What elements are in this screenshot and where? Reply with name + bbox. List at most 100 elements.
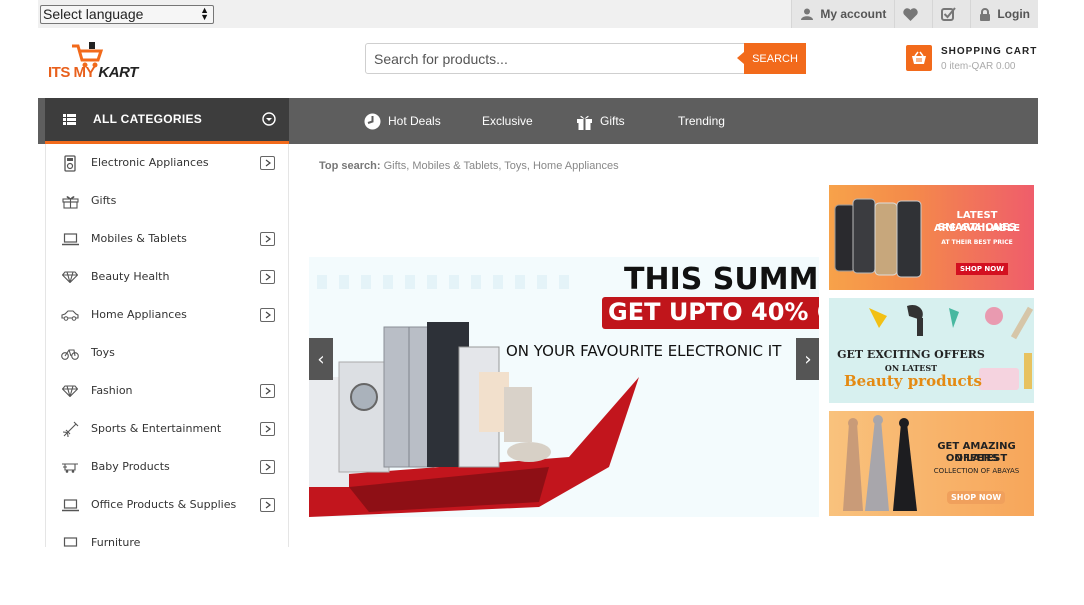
sports-icon — [61, 420, 79, 438]
category-fashion[interactable]: Fashion — [46, 372, 288, 410]
logo-text-kart: KART — [98, 64, 138, 81]
category-label: Toys — [91, 346, 115, 359]
search-input[interactable]: Search for products... — [374, 51, 508, 67]
chevron-down-circle-icon — [262, 112, 276, 126]
chevron-right-icon[interactable] — [260, 270, 275, 284]
category-label: Gifts — [91, 194, 117, 207]
cart-title: SHOPPING CART — [941, 46, 1038, 57]
category-electronic-appliances[interactable]: Electronic Appliances — [46, 144, 288, 182]
nav-trending-label: Trending — [678, 114, 725, 128]
laptop-icon — [61, 230, 79, 248]
chevron-right-icon[interactable] — [260, 232, 275, 246]
category-toys[interactable]: Toys — [46, 334, 288, 372]
car-icon — [61, 306, 79, 324]
language-select-value: Select language — [43, 6, 144, 22]
laptop-icon — [61, 534, 79, 547]
chevron-right-icon[interactable] — [260, 498, 275, 512]
user-icon — [801, 8, 814, 20]
lock-icon — [980, 7, 991, 21]
cart-summary: 0 item-QAR 0.00 — [941, 61, 1016, 72]
category-mobiles-tablets[interactable]: Mobiles & Tablets — [46, 220, 288, 258]
category-gifts[interactable]: Gifts — [46, 182, 288, 220]
login-link[interactable]: Login — [970, 0, 1038, 28]
category-label: Electronic Appliances — [91, 156, 209, 169]
appliance-icon — [61, 154, 79, 172]
abayas-image — [843, 415, 917, 511]
gift-icon — [577, 115, 592, 130]
my-account-label: My account — [820, 7, 887, 21]
slide-subtitle: ON YOUR FAVOURITE ELECTRONIC IT — [506, 342, 782, 360]
nav-gifts-label: Gifts — [600, 114, 625, 128]
wishlist-link[interactable] — [894, 0, 933, 28]
slide-title: THIS SUMMI — [624, 262, 819, 297]
chevron-right-icon[interactable] — [260, 156, 275, 170]
my-account-link[interactable]: My account — [791, 0, 895, 28]
laptop-icon — [61, 496, 79, 514]
banner-smartphones-line2: ARE AVAILABLE — [933, 223, 1021, 234]
category-sports-entertainment[interactable]: Sports & Entertainment — [46, 410, 288, 448]
nav-trending[interactable]: Trending — [678, 98, 725, 144]
hero-slider[interactable]: THIS SUMMI GET UPTO 40% O ON YOUR FAVOUR… — [309, 257, 819, 517]
category-label: Office Products & Supplies — [91, 498, 237, 511]
category-label: Baby Products — [91, 460, 170, 473]
category-label: Home Appliances — [91, 308, 187, 321]
clock-icon — [364, 113, 381, 129]
banner-beauty[interactable]: GET EXCITING OFFERS ON LATEST Beauty pro… — [829, 298, 1034, 403]
basket-icon — [906, 45, 932, 71]
language-select[interactable]: Select language ▲ ▼ — [40, 5, 214, 24]
top-search-label: Top search: — [319, 160, 381, 172]
account-links: My account Login — [791, 0, 1038, 28]
banner-abayas-line3: COLLECTION OF ABAYAS — [933, 467, 1020, 475]
nav-hot-deals-label: Hot Deals — [388, 114, 441, 128]
category-sidebar: Electronic Appliances Gifts Mobiles & Ta… — [45, 144, 289, 547]
slider-prev-button[interactable]: ‹ — [309, 338, 333, 380]
logo-text-its-my: ITS MY — [48, 64, 95, 81]
banner-beauty-line1: GET EXCITING OFFERS — [837, 348, 985, 361]
top-search-terms[interactable]: Gifts, Mobiles & Tablets, Toys, Home App… — [384, 160, 619, 172]
main-nav: ALL CATEGORIES Hot Deals Exclusive Gifts… — [38, 98, 1038, 144]
bike-icon — [61, 344, 79, 362]
nav-exclusive[interactable]: Exclusive — [482, 98, 533, 144]
category-furniture[interactable]: Furniture — [46, 524, 288, 547]
search-button[interactable]: SEARCH — [737, 43, 806, 74]
category-office-products-supplies[interactable]: Office Products & Supplies — [46, 486, 288, 524]
diamond-icon — [61, 382, 79, 400]
nav-exclusive-label: Exclusive — [482, 114, 533, 128]
login-label: Login — [997, 7, 1030, 21]
category-beauty-health[interactable]: Beauty Health — [46, 258, 288, 296]
list-icon — [63, 114, 76, 125]
banner-beauty-line3: Beauty products — [843, 372, 982, 390]
slide-offer: GET UPTO 40% O — [602, 297, 819, 329]
page: Select language ▲ ▼ My account Login ITS… — [0, 0, 1084, 605]
nav-hot-deals[interactable]: Hot Deals — [364, 98, 441, 144]
category-home-appliances[interactable]: Home Appliances — [46, 296, 288, 334]
all-categories-toggle[interactable]: ALL CATEGORIES — [45, 98, 289, 144]
chevron-right-icon[interactable] — [260, 460, 275, 474]
checkout-link[interactable] — [932, 0, 971, 28]
chevron-right-icon[interactable] — [260, 422, 275, 436]
category-label: Fashion — [91, 384, 133, 397]
nav-gifts[interactable]: Gifts — [576, 98, 625, 144]
banner-smartphones[interactable]: LATEST SMARTHONES ARE AVAILABLE AT THEIR… — [829, 185, 1034, 290]
gift-icon — [61, 192, 79, 210]
category-label: Sports & Entertainment — [91, 422, 222, 435]
banner-abayas[interactable]: GET AMAZING OFFERS ON LATEST COLLECTION … — [829, 411, 1034, 516]
checkbox-icon — [941, 7, 957, 21]
stroller-icon — [61, 458, 79, 476]
banner-abayas-line2: ON LATEST — [945, 453, 1008, 464]
top-search-line: Top search: Gifts, Mobiles & Tablets, To… — [319, 160, 619, 172]
top-bar: Select language ▲ ▼ My account Login — [38, 0, 1038, 28]
banner-abayas-shop-now[interactable]: SHOP NOW — [947, 491, 1006, 504]
category-baby-products[interactable]: Baby Products — [46, 448, 288, 486]
chevron-right-icon[interactable] — [260, 384, 275, 398]
all-categories-label: ALL CATEGORIES — [93, 112, 203, 126]
banner-smartphones-line3: AT THEIR BEST PRICE — [941, 239, 1013, 246]
smartphones-image — [834, 198, 922, 278]
category-label: Mobiles & Tablets — [91, 232, 187, 245]
chevron-right-icon[interactable] — [260, 308, 275, 322]
logo[interactable]: ITS MY KART — [48, 64, 138, 81]
banner-smartphones-shop-now[interactable]: SHOP NOW — [956, 263, 1008, 275]
select-arrows-icon: ▲ ▼ — [200, 5, 209, 22]
slider-next-button[interactable]: › — [796, 338, 819, 380]
category-label: Furniture — [91, 536, 141, 547]
